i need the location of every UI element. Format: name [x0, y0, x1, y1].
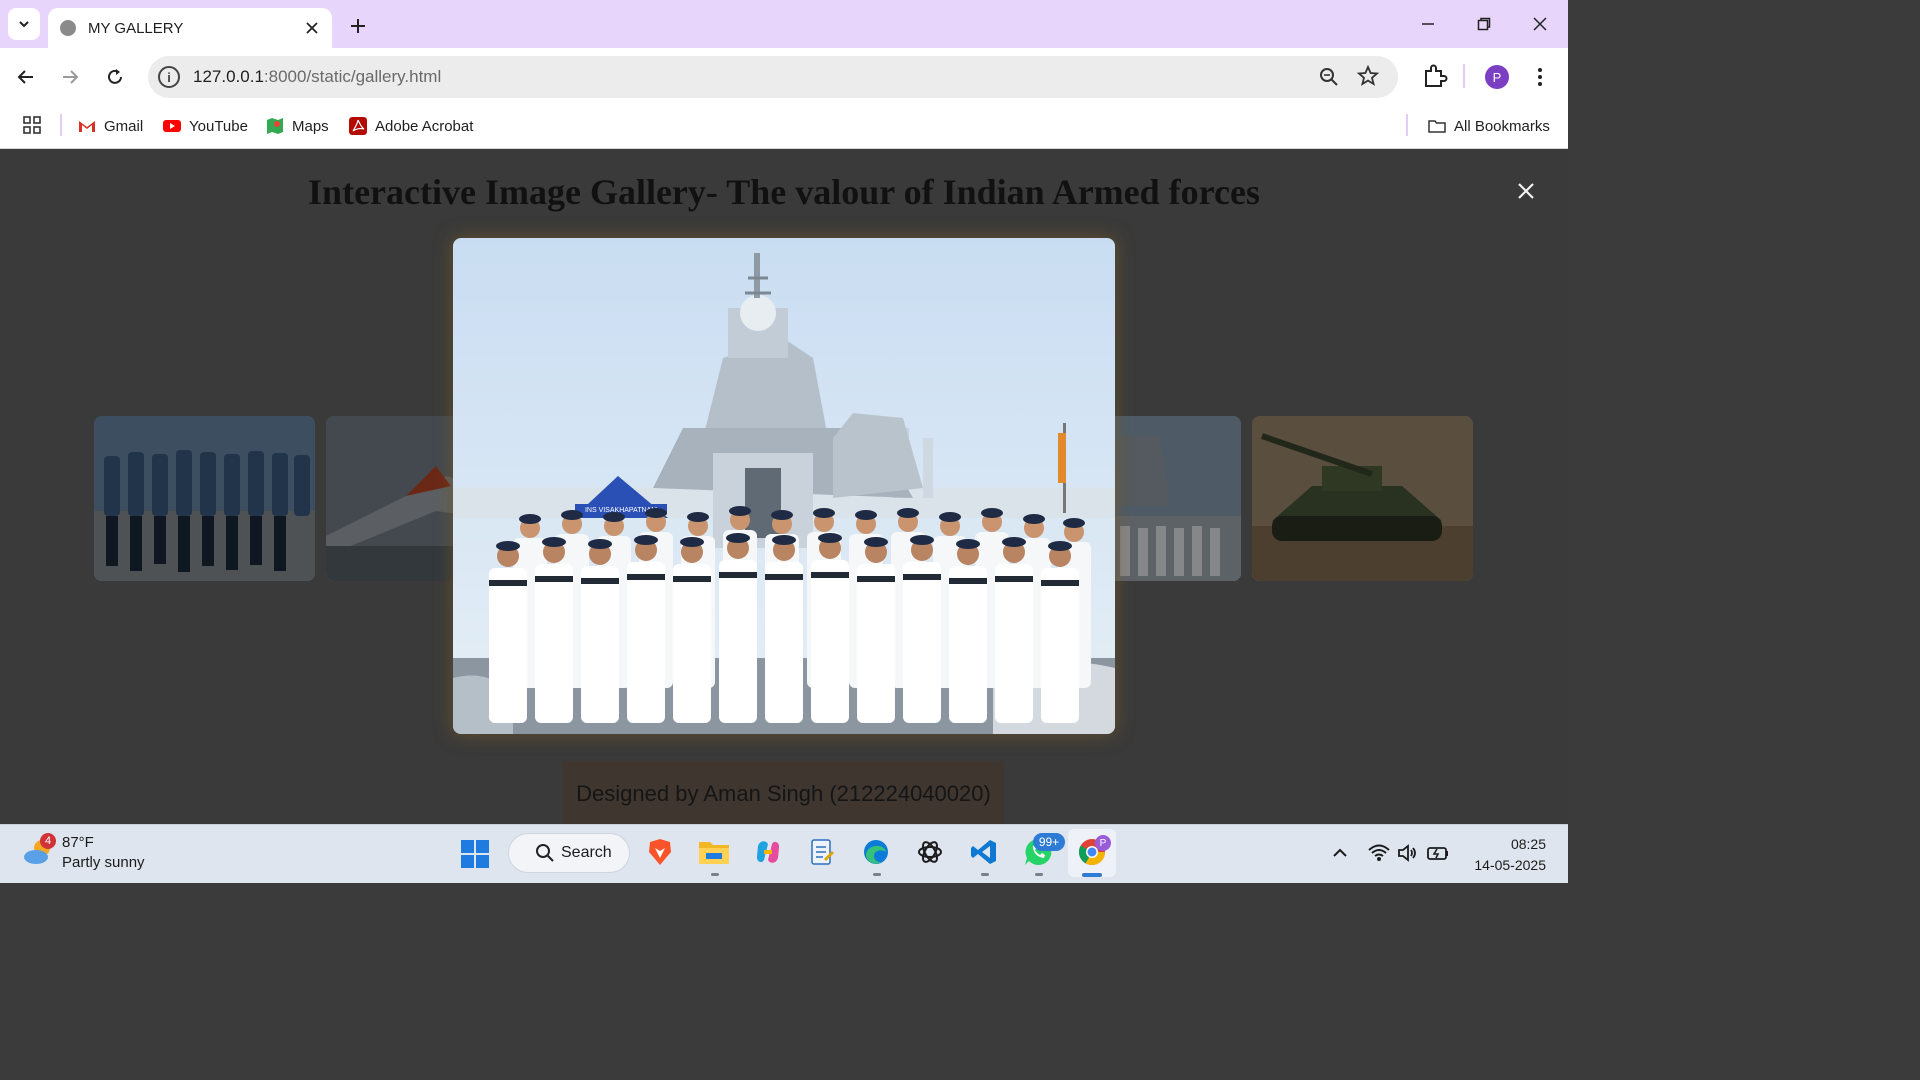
bookmark-adobe-acrobat[interactable]: Adobe Acrobat — [349, 112, 473, 140]
thumbnail-overlay — [94, 416, 315, 581]
bookmark-star-icon[interactable] — [1356, 64, 1380, 88]
running-indicator — [981, 873, 989, 876]
tab-strip: MY GALLERY — [0, 0, 1568, 48]
chatgpt-app[interactable] — [913, 835, 947, 869]
browser-toolbar: i 127.0.0.1:8000/static/gallery.html P — [0, 48, 1568, 106]
more-vertical-icon — [1538, 68, 1542, 86]
address-bar[interactable]: i 127.0.0.1:8000/static/gallery.html — [148, 56, 1398, 98]
toolbar-divider — [1463, 64, 1465, 88]
close-icon — [306, 22, 318, 34]
bookmarks-divider — [1406, 114, 1408, 136]
clock-date: 14-05-2025 — [1474, 857, 1546, 873]
copilot-app[interactable] — [751, 835, 785, 869]
battery-icon[interactable] — [1426, 841, 1450, 865]
new-tab-button[interactable] — [344, 12, 372, 40]
chatgpt-icon — [918, 841, 942, 863]
tab-search-button[interactable] — [8, 8, 40, 40]
maps-icon — [267, 118, 283, 134]
windows-taskbar: 4 87°F Partly sunny Search 99+ P 08:25 1… — [0, 824, 1568, 883]
notepad-app[interactable] — [805, 835, 839, 869]
profile-avatar[interactable]: P — [1485, 65, 1509, 89]
restore-button[interactable] — [1466, 10, 1502, 38]
document-icon — [811, 839, 835, 865]
system-clock[interactable]: 08:25 14-05-2025 — [1458, 834, 1546, 876]
bookmarks-bar: Gmail YouTube Maps Adobe Acrobat All Boo… — [0, 106, 1568, 149]
bookmark-gmail[interactable]: Gmail — [78, 112, 143, 140]
arrow-left-icon — [17, 70, 33, 84]
brave-browser-app[interactable] — [643, 835, 677, 869]
lightbox-image: INS VISAKHAPATNAM — [453, 238, 1115, 734]
folder-icon — [1428, 120, 1446, 133]
taskbar-search[interactable]: Search — [508, 833, 630, 873]
url-text[interactable]: 127.0.0.1:8000/static/gallery.html — [193, 67, 441, 87]
bookmarks-divider — [60, 114, 62, 136]
gallery-thumbnail[interactable] — [1252, 416, 1473, 581]
copilot-icon — [756, 841, 780, 863]
active-tab[interactable]: MY GALLERY — [48, 8, 332, 48]
site-info-icon[interactable]: i — [158, 66, 180, 88]
designer-credit: Designed by Aman Singh (212224040020) — [563, 761, 1004, 824]
reload-button[interactable] — [99, 61, 131, 93]
minimize-icon — [1422, 23, 1434, 25]
windows-start-icon[interactable] — [460, 839, 490, 869]
restore-icon — [1477, 17, 1491, 31]
notification-badge: 99+ — [1033, 833, 1065, 851]
wifi-icon[interactable] — [1367, 841, 1391, 865]
all-bookmarks-button[interactable]: All Bookmarks — [1428, 112, 1550, 140]
chrome-profile-badge: P — [1095, 835, 1111, 851]
acrobat-icon — [349, 117, 367, 135]
edge-icon — [864, 840, 888, 864]
window-close-button[interactable] — [1522, 10, 1558, 38]
tab-title: MY GALLERY — [88, 19, 184, 37]
apps-grid-icon[interactable] — [22, 115, 42, 135]
temperature[interactable]: 87°F — [62, 834, 94, 851]
globe-icon — [60, 20, 76, 36]
running-indicator — [1035, 873, 1043, 876]
weather-badge: 4 — [40, 833, 56, 849]
weather-status[interactable]: Partly sunny — [62, 854, 145, 871]
arrow-right-icon — [63, 70, 79, 84]
close-icon — [1533, 17, 1547, 31]
minimize-button[interactable] — [1410, 10, 1446, 38]
tab-close-button[interactable] — [302, 18, 322, 38]
volume-icon[interactable] — [1396, 841, 1420, 865]
page-title: Interactive Image Gallery- The valour of… — [308, 172, 1260, 212]
zoom-icon[interactable] — [1318, 66, 1340, 88]
gallery-page: Interactive Image Gallery- The valour of… — [0, 149, 1568, 824]
chevron-up-icon[interactable] — [1328, 841, 1352, 865]
reload-icon — [108, 69, 122, 84]
clock-time: 08:25 — [1510, 836, 1546, 852]
active-indicator — [1082, 873, 1102, 877]
folder-icon — [699, 842, 729, 864]
navy-sailors-ship-image: INS VISAKHAPATNAM — [453, 238, 1115, 734]
close-icon[interactable] — [1512, 177, 1540, 205]
vscode-app[interactable] — [967, 835, 1001, 869]
chevron-down-icon — [19, 21, 29, 28]
running-indicator — [711, 873, 719, 876]
plus-icon — [351, 19, 365, 33]
file-explorer-app[interactable] — [697, 835, 731, 869]
browser-menu-button[interactable] — [1530, 62, 1550, 92]
bookmark-maps[interactable]: Maps — [266, 112, 329, 140]
edge-browser-app[interactable] — [859, 835, 893, 869]
forward-button[interactable] — [54, 61, 86, 93]
running-indicator — [873, 873, 881, 876]
youtube-icon — [163, 120, 181, 132]
gallery-thumbnail[interactable] — [94, 416, 315, 581]
thumbnail-overlay — [1252, 416, 1473, 581]
extensions-icon[interactable] — [1420, 61, 1450, 91]
gmail-icon — [79, 121, 95, 132]
back-button[interactable] — [10, 61, 42, 93]
bookmark-youtube[interactable]: YouTube — [163, 112, 248, 140]
brave-icon — [649, 839, 671, 865]
vscode-icon — [971, 840, 996, 864]
search-icon — [536, 844, 554, 862]
